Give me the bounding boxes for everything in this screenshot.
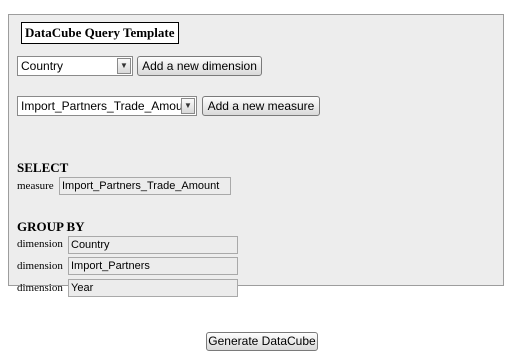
select-measure-field: Import_Partners_Trade_Amount <box>59 177 231 195</box>
panel-title: DataCube Query Template <box>21 22 179 44</box>
select-section-title: SELECT <box>17 160 69 175</box>
group-by-row-label: dimension <box>17 260 63 272</box>
dimension-select[interactable]: Country ▼ <box>17 56 133 76</box>
group-by-dimension-field: Year <box>68 279 238 297</box>
add-dimension-button[interactable]: Add a new dimension <box>137 56 262 76</box>
generate-datacube-button[interactable]: Generate DataCube <box>206 332 318 351</box>
add-measure-button[interactable]: Add a new measure <box>202 96 320 116</box>
dimension-select-value: Country <box>21 59 64 73</box>
group-by-dimension-field: Country <box>68 236 238 254</box>
group-by-dimension-field: Import_Partners <box>68 257 238 275</box>
group-by-section-title: GROUP BY <box>17 219 85 234</box>
measure-select[interactable]: Import_Partners_Trade_Amount ▼ <box>17 96 197 116</box>
group-by-row-label: dimension <box>17 238 63 250</box>
select-row-label: measure <box>17 180 54 192</box>
chevron-down-icon[interactable]: ▼ <box>117 58 131 74</box>
group-by-row-label: dimension <box>17 282 63 294</box>
chevron-down-icon[interactable]: ▼ <box>181 98 195 114</box>
measure-select-value: Import_Partners_Trade_Amount <box>21 99 193 113</box>
